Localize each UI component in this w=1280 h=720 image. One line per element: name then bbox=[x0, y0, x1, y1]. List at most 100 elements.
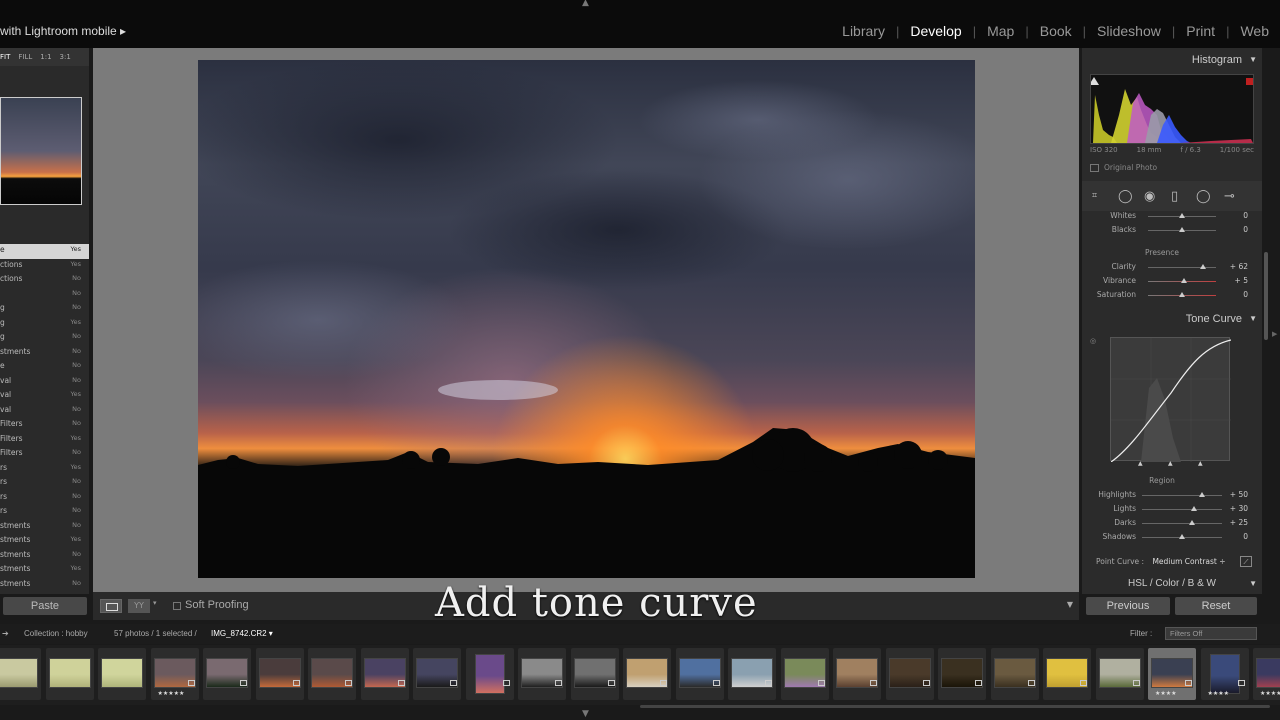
filter-select[interactable]: Filters Off bbox=[1165, 627, 1257, 640]
slider-handle[interactable] bbox=[1189, 520, 1195, 525]
history-row[interactable]: stments No bbox=[0, 520, 89, 535]
spot-removal-icon[interactable]: ◯ bbox=[1118, 189, 1133, 204]
history-row[interactable]: Filters Yes bbox=[0, 433, 89, 448]
navigator-preview[interactable] bbox=[0, 97, 82, 205]
slider-value[interactable]: + 25 bbox=[1230, 518, 1248, 527]
zoom-option[interactable]: 3:1 bbox=[60, 53, 71, 61]
slider-handle[interactable] bbox=[1179, 292, 1185, 297]
filmstrip-thumbnail[interactable] bbox=[1095, 648, 1144, 700]
adjustment-brush-icon[interactable]: ⊸ bbox=[1224, 189, 1235, 204]
slider-value[interactable]: + 50 bbox=[1230, 490, 1248, 499]
history-row[interactable]: stments Yes bbox=[0, 563, 89, 578]
slider-value[interactable]: 0 bbox=[1243, 532, 1248, 541]
zoom-option[interactable]: 1:1 bbox=[40, 53, 51, 61]
slider-value[interactable]: + 62 bbox=[1230, 262, 1248, 271]
histogram[interactable] bbox=[1090, 74, 1254, 144]
filmstrip-thumbnail[interactable] bbox=[255, 648, 304, 700]
filmstrip-thumbnail[interactable] bbox=[885, 648, 934, 700]
collapse-hsl-icon[interactable]: ▼ bbox=[1249, 579, 1257, 588]
module-develop[interactable]: Develop bbox=[899, 23, 972, 39]
target-adjust-icon[interactable]: ◎ bbox=[1090, 337, 1096, 345]
slider-track[interactable] bbox=[1142, 523, 1222, 524]
identity-plate[interactable]: with Lightroom mobile ▸ bbox=[0, 24, 126, 38]
reset-button[interactable]: Reset bbox=[1175, 597, 1257, 615]
zoom-option[interactable]: FIT bbox=[0, 53, 10, 61]
slider-track[interactable] bbox=[1142, 509, 1222, 510]
module-print[interactable]: Print bbox=[1175, 23, 1226, 39]
filmstrip-thumbnail[interactable]: ★★★★ bbox=[1200, 648, 1249, 700]
slider-value[interactable]: 0 bbox=[1243, 225, 1248, 234]
slider-handle[interactable] bbox=[1181, 278, 1188, 283]
collapse-tone-curve-icon[interactable]: ▼ bbox=[1249, 314, 1257, 323]
filmstrip-thumbnail[interactable] bbox=[413, 648, 461, 700]
slider-whites[interactable]: Whites 0 bbox=[1082, 211, 1262, 223]
history-row[interactable]: val No bbox=[0, 404, 89, 419]
before-after-button[interactable]: YY bbox=[128, 599, 150, 613]
filmstrip-thumbnail[interactable] bbox=[780, 648, 829, 700]
slider-value[interactable]: 0 bbox=[1243, 290, 1248, 299]
filmstrip-thumbnail[interactable] bbox=[98, 648, 146, 700]
slider-value[interactable]: 0 bbox=[1243, 211, 1248, 220]
filmstrip-thumbnail[interactable] bbox=[203, 648, 251, 700]
slider-value[interactable]: + 5 bbox=[1235, 276, 1248, 285]
histogram-header[interactable]: Histogram ▼ bbox=[1082, 50, 1262, 70]
hsl-tabs[interactable]: HSL / Color / B & W bbox=[1128, 578, 1216, 589]
crop-tool-icon[interactable]: ⌗ bbox=[1092, 191, 1097, 201]
filmstrip-thumbnail[interactable] bbox=[990, 648, 1039, 700]
curve-split-points[interactable]: ▲ ▲ ▲ bbox=[1110, 460, 1230, 467]
filmstrip-thumbnail[interactable] bbox=[833, 648, 881, 700]
slider-highlights[interactable]: Highlights + 50 bbox=[1082, 490, 1262, 502]
history-row[interactable]: e Yes bbox=[0, 244, 89, 259]
history-row[interactable]: rs No bbox=[0, 505, 89, 520]
tone-curve-header[interactable]: Tone Curve ▼ bbox=[1082, 309, 1262, 329]
slider-handle[interactable] bbox=[1191, 506, 1197, 511]
paste-button[interactable]: Paste bbox=[3, 597, 87, 615]
filmstrip-nav-icon[interactable]: ➔ bbox=[2, 629, 9, 638]
point-curve-select[interactable]: Medium Contrast ÷ bbox=[1152, 557, 1225, 566]
history-row[interactable]: val Yes bbox=[0, 389, 89, 404]
filmstrip-thumbnail[interactable] bbox=[45, 648, 94, 700]
filmstrip-thumbnail[interactable] bbox=[518, 648, 566, 700]
slider-value[interactable]: + 30 bbox=[1230, 504, 1248, 513]
slider-handle[interactable] bbox=[1179, 227, 1185, 232]
slider-saturation[interactable]: Saturation 0 bbox=[1082, 290, 1262, 302]
before-after-dropdown-icon[interactable]: ▾ bbox=[153, 599, 157, 607]
history-row[interactable]: g Yes bbox=[0, 317, 89, 332]
filmstrip-thumbnail[interactable] bbox=[728, 648, 776, 700]
module-library[interactable]: Library bbox=[831, 23, 896, 39]
collapse-filmstrip-icon[interactable]: ▼ bbox=[582, 709, 589, 719]
slider-handle[interactable] bbox=[1179, 534, 1185, 539]
tone-curve-graph[interactable] bbox=[1110, 337, 1232, 463]
main-photo[interactable] bbox=[198, 60, 975, 578]
slider-vibrance[interactable]: Vibrance + 5 bbox=[1082, 276, 1262, 288]
history-row[interactable]: No bbox=[0, 288, 89, 303]
filmstrip-thumbnail[interactable]: ★★★★★ bbox=[1253, 648, 1280, 700]
right-panel-scrollbar[interactable] bbox=[1264, 252, 1268, 340]
loupe-view-button[interactable] bbox=[100, 599, 122, 613]
filmstrip-thumbnail[interactable] bbox=[360, 648, 409, 700]
history-row[interactable]: rs No bbox=[0, 476, 89, 491]
slider-handle[interactable] bbox=[1179, 213, 1185, 218]
history-row[interactable]: val No bbox=[0, 375, 89, 390]
history-row[interactable]: Filters No bbox=[0, 418, 89, 433]
toolbar-menu-icon[interactable]: ▼ bbox=[1067, 600, 1073, 609]
slider-shadows[interactable]: Shadows 0 bbox=[1082, 532, 1262, 544]
collection-source[interactable]: Collection : hobby bbox=[24, 629, 88, 638]
history-row[interactable]: stments No bbox=[0, 346, 89, 361]
history-row[interactable]: e No bbox=[0, 360, 89, 375]
module-map[interactable]: Map bbox=[976, 23, 1025, 39]
history-row[interactable]: stments No bbox=[0, 549, 89, 564]
collapse-histogram-icon[interactable]: ▼ bbox=[1249, 55, 1257, 64]
module-web[interactable]: Web bbox=[1229, 23, 1280, 39]
module-slideshow[interactable]: Slideshow bbox=[1086, 23, 1172, 39]
filmstrip-thumbnail[interactable] bbox=[1043, 648, 1091, 700]
history-row[interactable]: stments No bbox=[0, 578, 89, 593]
filmstrip-thumbnail[interactable]: ★★★★ bbox=[1148, 648, 1196, 700]
filmstrip-scrollbar[interactable] bbox=[640, 705, 1270, 708]
history-row[interactable]: ctions No bbox=[0, 273, 89, 288]
edit-point-curve-icon[interactable]: ⟋ bbox=[1240, 556, 1252, 567]
slider-handle[interactable] bbox=[1200, 264, 1207, 269]
history-row[interactable]: Filters No bbox=[0, 447, 89, 462]
filmstrip-thumbnail[interactable] bbox=[570, 648, 619, 700]
module-book[interactable]: Book bbox=[1029, 23, 1083, 39]
